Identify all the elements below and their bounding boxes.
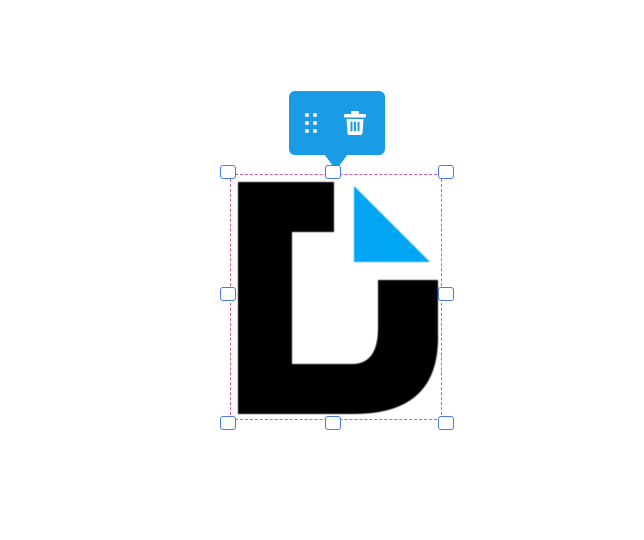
- drag-handle-button[interactable]: [289, 91, 333, 155]
- element-toolbar: [289, 91, 385, 155]
- resize-handle-top-left[interactable]: [220, 165, 236, 179]
- resize-handle-bottom[interactable]: [325, 416, 341, 430]
- drag-handle-icon: [304, 112, 318, 134]
- resize-handle-bottom-right[interactable]: [438, 416, 454, 430]
- resize-handle-bottom-left[interactable]: [220, 416, 236, 430]
- resize-handle-left[interactable]: [220, 287, 236, 301]
- resize-handle-top[interactable]: [325, 165, 341, 179]
- editor-canvas: [0, 0, 644, 540]
- trash-icon: [344, 111, 366, 135]
- delete-button[interactable]: [333, 91, 377, 155]
- selection-frame: [230, 174, 442, 420]
- resize-handle-top-right[interactable]: [438, 165, 454, 179]
- resize-handle-right[interactable]: [438, 287, 454, 301]
